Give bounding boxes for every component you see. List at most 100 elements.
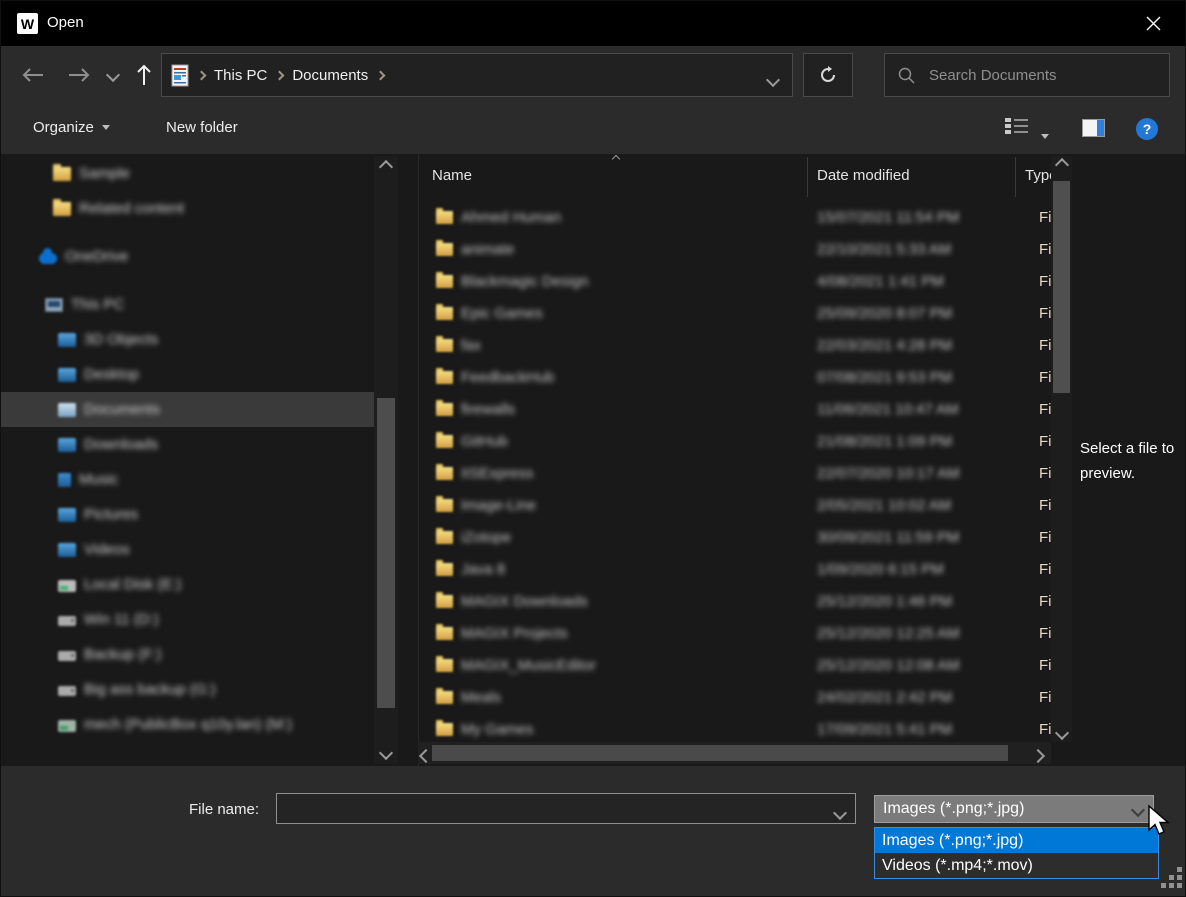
file-row[interactable]: Image-Line 2/05/2021 10:02 AM File folde… [419, 489, 1052, 521]
breadcrumb-documents[interactable]: Documents [292, 67, 368, 84]
file-name: iZotope [461, 529, 511, 546]
up-button[interactable] [129, 46, 159, 103]
sidebar-item[interactable]: Desktop [1, 357, 374, 392]
sidebar-item[interactable]: Backup (F:) [1, 637, 374, 672]
file-row[interactable]: Epic Games 25/09/2020 8:07 PM File folde… [419, 297, 1052, 329]
address-dropdown-button[interactable] [768, 72, 778, 90]
file-type: File folder [1039, 273, 1051, 290]
sidebar-item[interactable]: This PC [1, 287, 374, 322]
column-divider[interactable] [1015, 157, 1016, 197]
file-row[interactable]: Java 8 1/09/2020 6:15 PM File folder [419, 553, 1052, 585]
scroll-up-button[interactable] [1051, 156, 1072, 174]
sidebar-item[interactable]: Local Disk (E:) [1, 567, 374, 602]
scroll-down-button[interactable] [1051, 724, 1072, 742]
file-list-horizontal-scrollbar[interactable] [418, 742, 1051, 764]
file-type-option[interactable]: Videos (*.mp4;*.mov) [875, 853, 1158, 878]
scroll-right-button[interactable] [1033, 748, 1043, 766]
chevron-down-icon [1054, 726, 1068, 740]
file-name: IISExpress [461, 465, 534, 482]
view-options-dropdown[interactable] [1041, 126, 1049, 144]
sidebar-item[interactable]: 3D Objects [1, 322, 374, 357]
file-type: File folder [1039, 561, 1051, 578]
sidebar-item[interactable]: Big ass backup (G:) [1, 672, 374, 707]
scroll-down-button[interactable] [374, 744, 398, 762]
file-row[interactable]: My Games 17/09/2021 5:41 PM File folder [419, 713, 1052, 745]
sidebar-item[interactable]: OneDrive [1, 239, 374, 274]
column-header-name[interactable]: Name [432, 167, 472, 184]
scroll-left-button[interactable] [421, 748, 431, 766]
back-button[interactable] [17, 46, 49, 103]
resize-grip-icon[interactable] [1177, 883, 1182, 888]
file-type-option[interactable]: Images (*.png;*.jpg) [875, 828, 1158, 853]
file-row[interactable]: MAGIX_MusicEditor 25/12/2020 12:08 AM Fi… [419, 649, 1052, 681]
file-name-dropdown-button[interactable] [835, 805, 845, 823]
caret-down-icon [1041, 134, 1049, 139]
file-date-modified: 17/09/2021 5:41 PM [817, 721, 952, 738]
file-list-vertical-scrollbar[interactable] [1051, 156, 1072, 742]
back-icon [21, 68, 45, 82]
sidebar-item[interactable]: Pictures [1, 497, 374, 532]
forward-icon [67, 68, 91, 82]
sidebar-item-icon [58, 651, 76, 661]
file-row[interactable]: MAGIX Projects 25/12/2020 12:25 AM File … [419, 617, 1052, 649]
refresh-button[interactable] [803, 53, 853, 97]
column-header-type[interactable]: Type [1025, 167, 1051, 184]
sidebar-item[interactable]: Videos [1, 532, 374, 567]
sidebar-item-label: Sample [79, 165, 130, 182]
column-header-date-modified[interactable]: Date modified [817, 167, 910, 184]
up-arrow-icon [136, 63, 152, 87]
address-bar[interactable]: This PC Documents [161, 53, 793, 97]
recent-locations-button[interactable] [101, 46, 125, 103]
file-row[interactable]: MAGIX Downloads 25/12/2020 1:46 PM File … [419, 585, 1052, 617]
close-button[interactable] [1133, 7, 1173, 39]
file-type: File folder [1039, 497, 1051, 514]
folder-icon [436, 243, 453, 256]
search-box[interactable] [884, 53, 1170, 97]
help-button[interactable]: ? [1136, 118, 1158, 140]
file-name: fax [461, 337, 481, 354]
sidebar-item[interactable]: mech (PublicBox q10y.lan) (M:) [1, 707, 374, 742]
navigation-tree: Sample Related content OneDrive This PC [1, 156, 374, 764]
search-input[interactable] [927, 66, 1151, 85]
change-view-button[interactable] [1005, 118, 1029, 138]
file-row[interactable]: firewalls 11/06/2021 10:47 AM File folde… [419, 393, 1052, 425]
file-row[interactable]: iZotope 30/09/2021 11:59 PM File folder [419, 521, 1052, 553]
forward-button[interactable] [63, 46, 95, 103]
file-name: Epic Games [461, 305, 543, 322]
file-name-input[interactable] [283, 797, 827, 822]
sidebar-item-icon [58, 438, 76, 452]
folder-icon [436, 275, 453, 288]
file-name-combobox[interactable] [276, 793, 856, 824]
file-row[interactable]: IISExpress 22/07/2020 10:17 AM File fold… [419, 457, 1052, 489]
new-folder-button[interactable]: New folder [166, 119, 238, 136]
sidebar-item[interactable]: Related content [1, 191, 374, 226]
file-row[interactable]: Meals 24/02/2021 2:42 PM File folder [419, 681, 1052, 713]
vertical-scrollbar-thumb[interactable] [1053, 181, 1070, 393]
sidebar-item-label: 3D Objects [84, 331, 158, 348]
sidebar-scrollbar[interactable] [374, 156, 398, 764]
file-row[interactable]: GitHub 21/08/2021 1:09 PM File folder [419, 425, 1052, 457]
column-divider[interactable] [807, 157, 808, 197]
breadcrumb-this-pc[interactable]: This PC [214, 67, 267, 84]
scroll-up-button[interactable] [374, 158, 398, 176]
sidebar-item-icon [53, 202, 71, 216]
file-row[interactable]: Ahmed Human 15/07/2021 11:54 PM File fol… [419, 201, 1052, 233]
chevron-down-icon [766, 73, 780, 87]
file-type-select[interactable]: Images (*.png;*.jpg) [874, 795, 1154, 823]
sidebar-item-icon [58, 508, 76, 522]
organize-button[interactable]: Organize [33, 119, 110, 136]
file-row[interactable]: animate 22/10/2021 5:33 AM File folder [419, 233, 1052, 265]
file-type-options-list: Images (*.png;*.jpg) Videos (*.mp4;*.mov… [874, 827, 1159, 879]
sidebar-item[interactable]: Music [1, 462, 374, 497]
sidebar-item[interactable]: Sample [1, 156, 374, 191]
sidebar-scrollbar-thumb[interactable] [377, 398, 395, 708]
preview-pane-button[interactable] [1082, 119, 1105, 137]
sidebar-item[interactable]: Documents [1, 392, 374, 427]
sidebar-item[interactable]: Downloads [1, 427, 374, 462]
file-row[interactable]: fax 22/03/2021 4:28 PM File folder [419, 329, 1052, 361]
horizontal-scrollbar-thumb[interactable] [432, 745, 1008, 761]
file-row[interactable]: Blackmagic Design 4/08/2021 1:41 PM File… [419, 265, 1052, 297]
file-row[interactable]: FeedbackHub 07/08/2021 9:53 PM File fold… [419, 361, 1052, 393]
file-name: MAGIX Projects [461, 625, 568, 642]
sidebar-item[interactable]: Win 11 (D:) [1, 602, 374, 637]
